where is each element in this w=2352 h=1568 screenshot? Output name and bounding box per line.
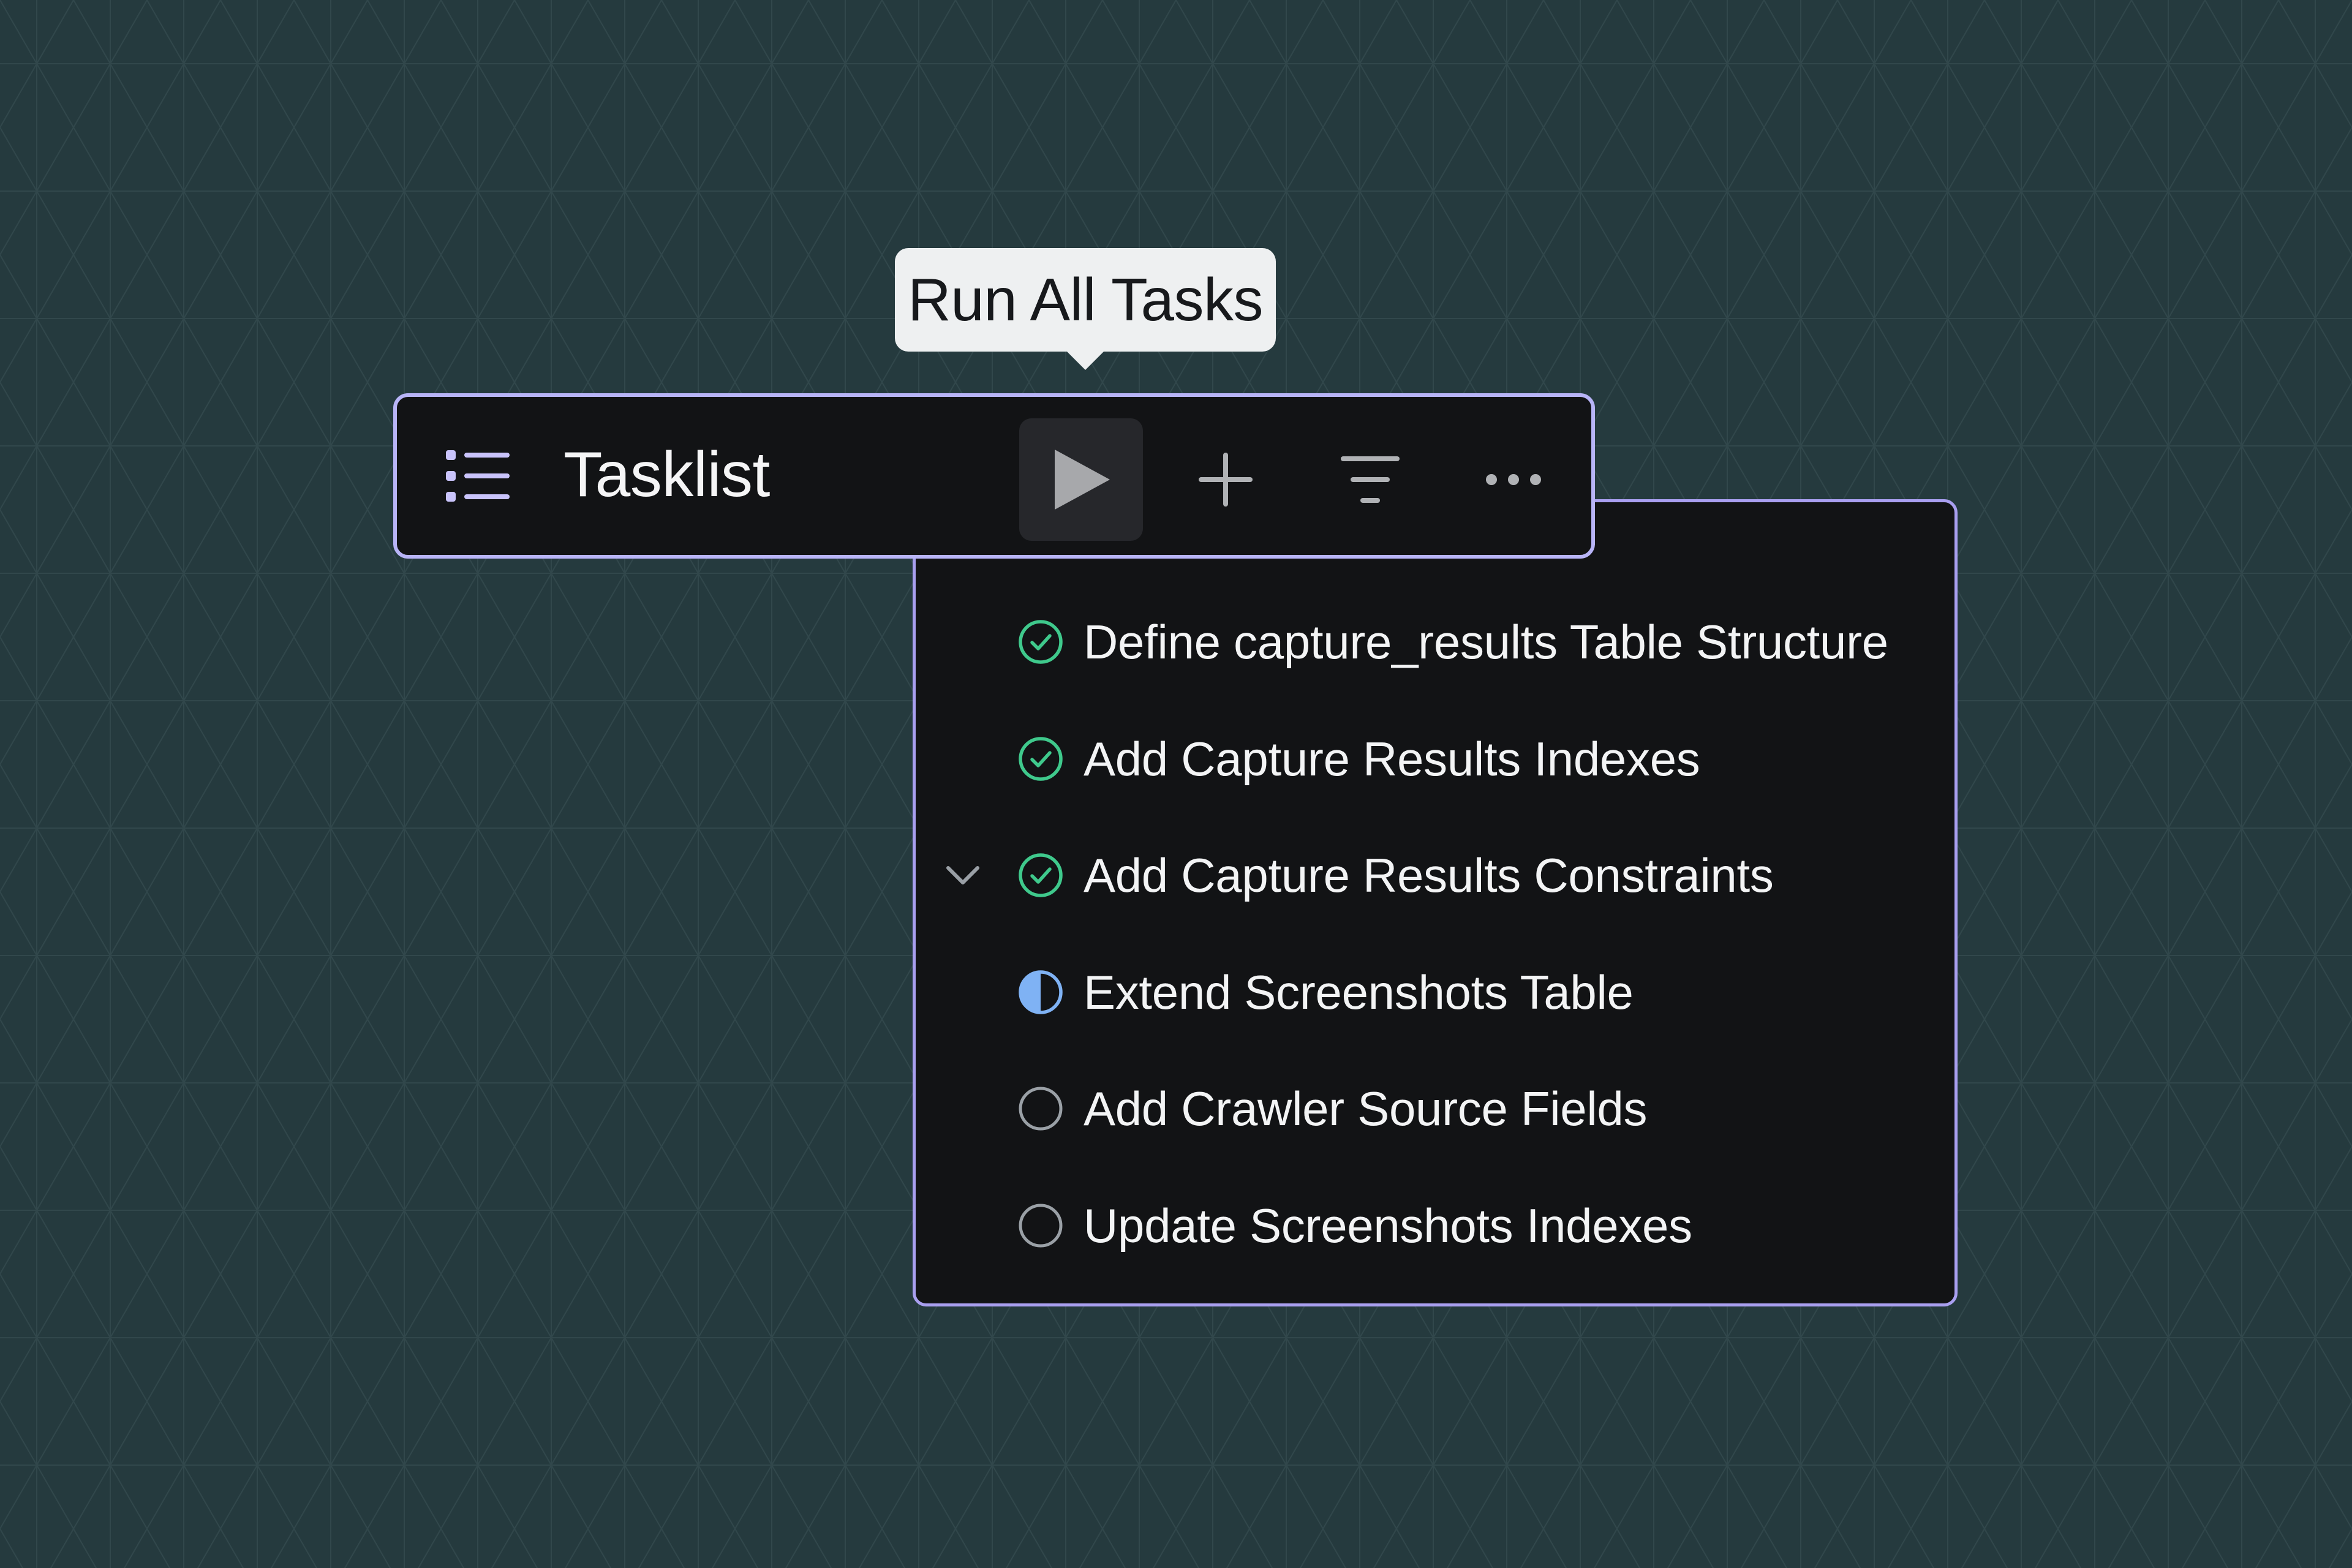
task-item[interactable]: Add Crawler Source Fields <box>916 1063 1954 1155</box>
task-list: Define capture_results Table Structure Ad… <box>916 502 1954 1303</box>
task-item[interactable]: Add Capture Results Indexes <box>916 713 1954 805</box>
add-task-button[interactable] <box>1164 418 1287 541</box>
task-label: Add Capture Results Indexes <box>1084 731 1700 786</box>
more-horizontal-icon <box>1486 474 1541 485</box>
task-panel: Define capture_results Table Structure Ad… <box>913 499 1958 1306</box>
half-circle-icon <box>1019 970 1063 1014</box>
task-label: Add Capture Results Constraints <box>1084 848 1774 902</box>
task-item[interactable]: Add Capture Results Constraints <box>916 829 1954 921</box>
empty-circle-icon <box>1019 1204 1063 1248</box>
run-all-tooltip: Run All Tasks <box>895 248 1276 352</box>
filter-button[interactable] <box>1308 418 1432 541</box>
filter-icon <box>1341 456 1400 503</box>
chevron-down-icon[interactable] <box>941 854 984 897</box>
task-item[interactable]: Define capture_results Table Structure <box>916 596 1954 688</box>
run-all-button[interactable] <box>1019 418 1143 541</box>
plus-icon <box>1199 453 1253 507</box>
check-circle-icon <box>1019 620 1063 664</box>
task-label: Define capture_results Table Structure <box>1084 614 1888 669</box>
check-circle-icon <box>1019 737 1063 781</box>
task-item[interactable]: Extend Screenshots Table <box>916 946 1954 1038</box>
task-label: Extend Screenshots Table <box>1084 965 1634 1019</box>
task-label: Add Crawler Source Fields <box>1084 1081 1648 1136</box>
toolbar-title: Tasklist <box>564 439 770 510</box>
check-circle-icon <box>1019 853 1063 897</box>
tooltip-text: Run All Tasks <box>908 266 1263 333</box>
empty-circle-icon <box>1019 1087 1063 1131</box>
more-options-button[interactable] <box>1452 418 1575 541</box>
play-icon <box>1055 450 1110 510</box>
task-item[interactable]: Update Screenshots Indexes <box>916 1180 1954 1272</box>
tasklist-toolbar: Tasklist <box>393 393 1595 559</box>
task-label: Update Screenshots Indexes <box>1084 1198 1692 1253</box>
list-icon <box>446 450 510 502</box>
